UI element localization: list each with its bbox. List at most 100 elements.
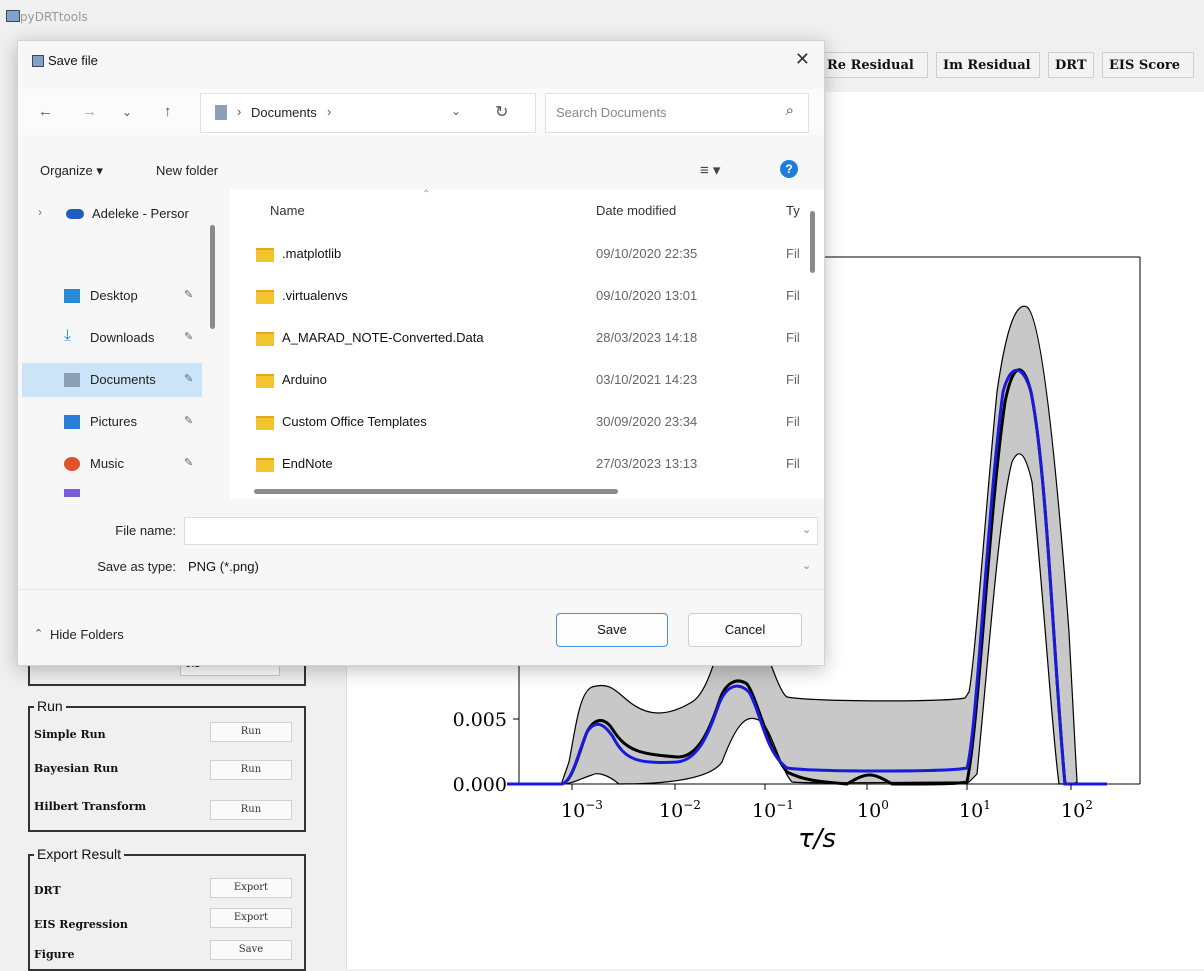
pin-icon[interactable]: ✎ (184, 414, 193, 427)
refresh-icon[interactable]: ↻ (495, 102, 508, 122)
folder-icon (256, 248, 274, 262)
bayesian-run-button[interactable]: Run (210, 760, 292, 780)
column-header-name[interactable]: Name (270, 203, 305, 218)
file-row[interactable]: Custom Office Templates 30/09/2020 23:34… (230, 405, 810, 439)
address-separator: › (327, 104, 332, 119)
column-header-date-modified[interactable]: Date modified (596, 203, 676, 218)
close-icon[interactable]: ✕ (795, 49, 810, 70)
file-list-vscroll-thumb[interactable] (810, 211, 815, 273)
help-icon[interactable]: ? (780, 160, 798, 178)
sidebar-item-onedrive[interactable]: › Adeleke - Persor (22, 197, 202, 231)
file-name: A_MARAD_NOTE-Converted.Data (282, 330, 484, 345)
forward-arrow-icon[interactable]: → (82, 103, 97, 120)
search-icon[interactable]: ⌕ (786, 102, 794, 119)
hilbert-transform-button[interactable]: Run (210, 800, 292, 820)
recent-locations-chevron-icon[interactable]: ⌄ (122, 105, 132, 119)
left-control-panel: 0.5 Run Simple Run Run Bayesian Run Run … (0, 640, 340, 971)
tab-eis-score[interactable]: EIS Score (1102, 52, 1194, 78)
address-dropdown-chevron-icon[interactable]: ⌄ (451, 104, 461, 118)
app-icon (6, 10, 20, 22)
x-tick-label: 102 (1061, 798, 1093, 822)
address-bar[interactable]: › Documents › ⌄ ↻ (200, 93, 536, 133)
expand-chevron-icon[interactable]: › (38, 205, 42, 219)
file-name-input[interactable] (184, 517, 818, 545)
dialog-app-icon (32, 55, 44, 67)
y-tick-label: 0.005 (453, 709, 507, 731)
export-eis-regression-button[interactable]: Export (210, 908, 292, 928)
file-row[interactable]: .virtualenvs 09/10/2020 13:01 Fil (230, 279, 810, 313)
hide-folders-chevron-icon[interactable]: ⌃ (34, 627, 43, 640)
file-date: 09/10/2020 22:35 (596, 246, 698, 261)
sidebar-item-documents[interactable]: Documents ✎ (22, 363, 202, 397)
file-date: 28/03/2023 14:18 (596, 330, 698, 345)
hilbert-transform-label: Hilbert Transform (34, 800, 147, 813)
pin-icon[interactable]: ✎ (184, 288, 193, 301)
simple-run-button[interactable]: Run (210, 722, 292, 742)
file-name-label: File name: (115, 523, 176, 538)
save-figure-button[interactable]: Save (210, 940, 292, 960)
folder-icon (256, 332, 274, 346)
file-list-hscroll-thumb[interactable] (254, 489, 618, 494)
x-tick-label: 10−3 (561, 798, 603, 822)
file-type: Fil (786, 414, 800, 429)
file-row[interactable]: Arduino 03/10/2021 14:23 Fil (230, 363, 810, 397)
sidebar-item-desktop[interactable]: Desktop ✎ (22, 279, 202, 313)
cancel-button[interactable]: Cancel (688, 613, 802, 647)
file-row[interactable]: A_MARAD_NOTE-Converted.Data 28/03/2023 1… (230, 321, 810, 355)
file-list-hscroll-track[interactable] (254, 489, 814, 495)
sidebar-item-label: Music (90, 456, 124, 471)
x-tick-label: 10−2 (659, 798, 701, 822)
x-tick-label: 10−1 (752, 798, 794, 822)
sidebar-item-pictures[interactable]: Pictures ✎ (22, 405, 202, 439)
file-name-dropdown-chevron-icon[interactable]: ⌄ (802, 523, 811, 536)
tab-re-residual[interactable]: Re Residual (820, 52, 928, 78)
sidebar-item-label: Downloads (90, 330, 155, 345)
save-as-type-chevron-icon[interactable]: ⌄ (802, 559, 811, 572)
run-group-title: Run (34, 698, 66, 714)
column-header-type[interactable]: Ty (786, 203, 800, 218)
export-eis-regression-label: EIS Regression (34, 918, 128, 931)
address-location[interactable]: Documents (251, 105, 317, 120)
organize-menu[interactable]: Organize ▾ (40, 163, 103, 179)
x-tick-label: 100 (857, 798, 889, 822)
back-arrow-icon[interactable]: ← (38, 103, 53, 120)
save-as-type-select[interactable]: PNG (*.png) (184, 553, 818, 581)
pin-icon[interactable]: ✎ (184, 456, 193, 469)
sidebar-item-music[interactable]: Music ✎ (22, 447, 202, 481)
up-arrow-icon[interactable]: ↑ (164, 103, 172, 120)
x-tick-label: 101 (959, 798, 991, 822)
tab-drt[interactable]: DRT (1048, 52, 1094, 78)
export-drt-label: DRT (34, 884, 61, 897)
view-options-icon[interactable]: ≡ ▾ (700, 161, 720, 179)
file-name: Arduino (282, 372, 327, 387)
dialog-toolbar: Organize ▾ New folder ≡ ▾ ? (18, 157, 824, 185)
file-row[interactable]: .matplotlib 09/10/2020 22:35 Fil (230, 237, 810, 271)
tab-im-residual[interactable]: Im Residual (936, 52, 1040, 78)
divider (18, 589, 824, 590)
hide-folders-toggle[interactable]: Hide Folders (50, 627, 124, 642)
pin-icon[interactable]: ✎ (184, 330, 193, 343)
file-row[interactable]: EndNote 27/03/2023 13:13 Fil (230, 447, 810, 481)
sidebar-item-label: Adeleke - Persor (92, 206, 189, 221)
desktop-icon (64, 289, 80, 303)
file-name: Custom Office Templates (282, 414, 427, 429)
save-button[interactable]: Save (556, 613, 668, 647)
pin-icon[interactable]: ✎ (184, 372, 193, 385)
address-separator: › (237, 104, 242, 119)
new-folder-button[interactable]: New folder (156, 163, 218, 178)
search-box[interactable]: Search Documents ⌕ (545, 93, 809, 133)
app-title: pyDRTtools (20, 10, 88, 24)
music-icon (64, 457, 80, 471)
file-name: .virtualenvs (282, 288, 348, 303)
folder-icon (256, 458, 274, 472)
file-type: Fil (786, 246, 800, 261)
file-date: 03/10/2021 14:23 (596, 372, 698, 387)
save-file-dialog: Save file ✕ ← → ⌄ ↑ › Documents › ⌄ ↻ Se… (17, 40, 825, 666)
sidebar-scrollbar-thumb[interactable] (210, 225, 215, 329)
sidebar-item-label: Pictures (90, 414, 137, 429)
file-type: Fil (786, 330, 800, 345)
export-drt-button[interactable]: Export (210, 878, 292, 898)
sidebar-item-downloads[interactable]: ⤓ Downloads ✎ (22, 321, 202, 355)
file-name: .matplotlib (282, 246, 342, 261)
download-icon: ⤓ (64, 327, 72, 344)
